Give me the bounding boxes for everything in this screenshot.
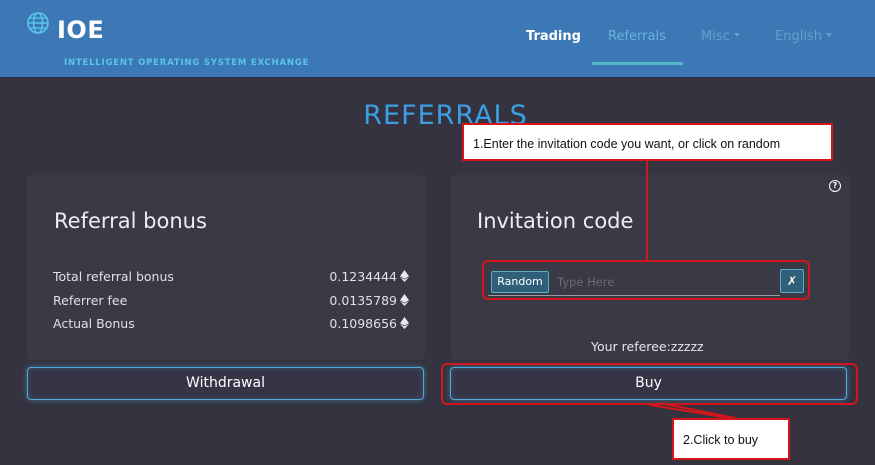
- referral-bonus-title: Referral bonus: [54, 209, 207, 233]
- nav-trading[interactable]: Trading: [526, 29, 581, 45]
- nav-misc-dropdown[interactable]: Misc: [701, 29, 740, 45]
- question-circle-icon[interactable]: ?: [829, 180, 841, 192]
- bonus-value: 0.1234444: [329, 268, 409, 286]
- invitation-code-title: Invitation code: [477, 209, 634, 233]
- bonus-label: Actual Bonus: [53, 316, 135, 331]
- annotation-step1-callout: 1.Enter the invitation code you want, or…: [462, 123, 833, 161]
- bonus-value: 0.1098656: [329, 315, 409, 333]
- top-navbar: IOE INTELLIGENT OPERATING SYSTEM EXCHANG…: [0, 0, 875, 77]
- annotation-highlight-buy: [441, 363, 858, 405]
- annotation-highlight-input: [482, 260, 810, 300]
- bonus-amount: 0.1098656: [329, 316, 397, 331]
- bonus-amount: 0.1234444: [329, 269, 397, 284]
- nav-language-dropdown[interactable]: English: [775, 29, 832, 45]
- bonus-row-total: Total referral bonus 0.1234444: [53, 268, 409, 286]
- bonus-row-referrer-fee: Referrer fee 0.0135789: [53, 292, 409, 310]
- active-nav-indicator: [592, 62, 683, 65]
- brand-logo-text[interactable]: IOE: [57, 16, 104, 44]
- annotation-connector-step1: [646, 161, 648, 260]
- bonus-row-actual: Actual Bonus 0.1098656: [53, 315, 409, 333]
- bonus-label: Referrer fee: [53, 293, 128, 308]
- referral-bonus-card: Referral bonus Total referral bonus 0.12…: [27, 175, 425, 360]
- nav-referrals[interactable]: Referrals: [608, 29, 666, 45]
- eth-icon: [400, 294, 409, 306]
- brand-subtitle: INTELLIGENT OPERATING SYSTEM EXCHANGE: [64, 58, 310, 68]
- referee-text: Your referee:zzzzz: [591, 339, 704, 354]
- bonus-amount: 0.0135789: [329, 293, 397, 308]
- bonus-label: Total referral bonus: [53, 269, 174, 284]
- globe-icon: [27, 12, 49, 34]
- nav-language-label: English: [775, 29, 822, 44]
- nav-referrals-label: Referrals: [608, 29, 666, 44]
- annotation-step2-callout: 2.Click to buy: [672, 418, 790, 460]
- nav-trading-label: Trading: [526, 29, 581, 44]
- bonus-value: 0.0135789: [329, 292, 409, 310]
- caret-down-icon: [733, 32, 740, 37]
- nav-misc-label: Misc: [701, 29, 730, 44]
- caret-down-icon: [825, 32, 832, 37]
- eth-icon: [400, 317, 409, 329]
- withdrawal-button[interactable]: Withdrawal: [27, 367, 424, 400]
- eth-icon: [400, 270, 409, 282]
